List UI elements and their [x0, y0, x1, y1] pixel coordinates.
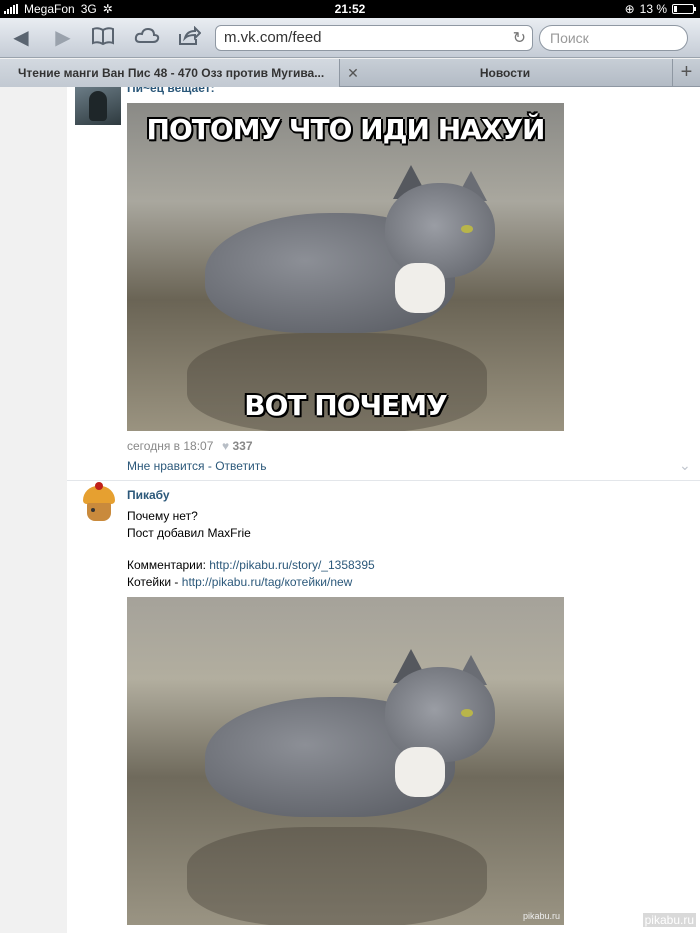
- battery-percent: 13 %: [639, 2, 667, 16]
- like-link[interactable]: Мне нравится: [127, 459, 205, 473]
- url-text: m.vk.com/feed: [224, 29, 322, 46]
- post-text: Пост добавил MaxFrie: [127, 526, 251, 540]
- avatar[interactable]: [79, 482, 119, 528]
- post-image[interactable]: pikabu.ru: [127, 597, 564, 925]
- share-icon[interactable]: [176, 25, 202, 50]
- reply-link[interactable]: Ответить: [215, 459, 266, 473]
- plus-icon[interactable]: +: [672, 59, 700, 87]
- feed: Пи~ец вещает: ПОТОМУ ЧТО ИДИ НАХУЙ ВОТ П…: [67, 87, 700, 933]
- battery-icon: [672, 4, 696, 14]
- tag-line: Котейки - http://pikabu.ru/tag/котейки/n…: [127, 575, 353, 589]
- tab-news[interactable]: Новости: [362, 59, 648, 87]
- reload-icon[interactable]: ↻: [513, 28, 526, 48]
- bookmarks-icon[interactable]: [90, 26, 116, 50]
- forward-icon[interactable]: ▶: [50, 26, 76, 50]
- meme-bottom-text: ВОТ ПОЧЕМУ: [244, 389, 447, 422]
- post-actions: Мне нравится - Ответить: [127, 459, 267, 473]
- like-count[interactable]: ♥ 337: [222, 439, 253, 453]
- tab-bar: Чтение манги Ван Пис 48 - 470 Озз против…: [0, 59, 700, 87]
- divider: [67, 480, 700, 481]
- close-icon[interactable]: ✕: [345, 59, 361, 87]
- back-icon[interactable]: ◀: [8, 26, 34, 50]
- comments-line: Комментарии: http://pikabu.ru/story/_135…: [127, 558, 375, 572]
- search-placeholder: Поиск: [550, 30, 589, 46]
- cat-illustration: [205, 649, 495, 837]
- meme-top-text: ПОТОМУ ЧТО ИДИ НАХУЙ: [146, 113, 546, 146]
- photo-watermark: pikabu.ru: [522, 911, 560, 921]
- chevron-down-icon[interactable]: ⌄: [679, 457, 691, 474]
- rotation-lock-icon: ⊕: [624, 2, 635, 16]
- browser-toolbar: ◀ ▶ m.vk.com/feed ↻ Поиск: [0, 18, 700, 58]
- tab-manga[interactable]: Чтение манги Ван Пис 48 - 470 Озз против…: [0, 59, 340, 87]
- avatar[interactable]: [75, 87, 121, 125]
- cat-illustration: [205, 165, 495, 353]
- clock: 21:52: [334, 2, 366, 16]
- comments-link[interactable]: http://pikabu.ru/story/_1358395: [209, 558, 374, 572]
- heart-icon: ♥: [222, 439, 230, 453]
- post-author[interactable]: Пикабу: [127, 488, 170, 502]
- post-timestamp[interactable]: сегодня в 18:07: [127, 439, 213, 453]
- search-input[interactable]: Поиск: [539, 25, 688, 51]
- corner-watermark: pikabu.ru: [642, 913, 696, 927]
- tag-link[interactable]: http://pikabu.ru/tag/котейки/new: [182, 575, 353, 589]
- post-image[interactable]: ПОТОМУ ЧТО ИДИ НАХУЙ ВОТ ПОЧЕМУ: [127, 103, 564, 431]
- status-bar: MegaFon 3G ✲ 21:52 ⊕ 13 %: [0, 0, 700, 18]
- cloud-icon[interactable]: [134, 26, 160, 50]
- post-text: Почему нет?: [127, 509, 198, 523]
- url-field[interactable]: m.vk.com/feed ↻: [215, 25, 533, 51]
- post-author[interactable]: Пи~ец вещает:: [127, 87, 215, 95]
